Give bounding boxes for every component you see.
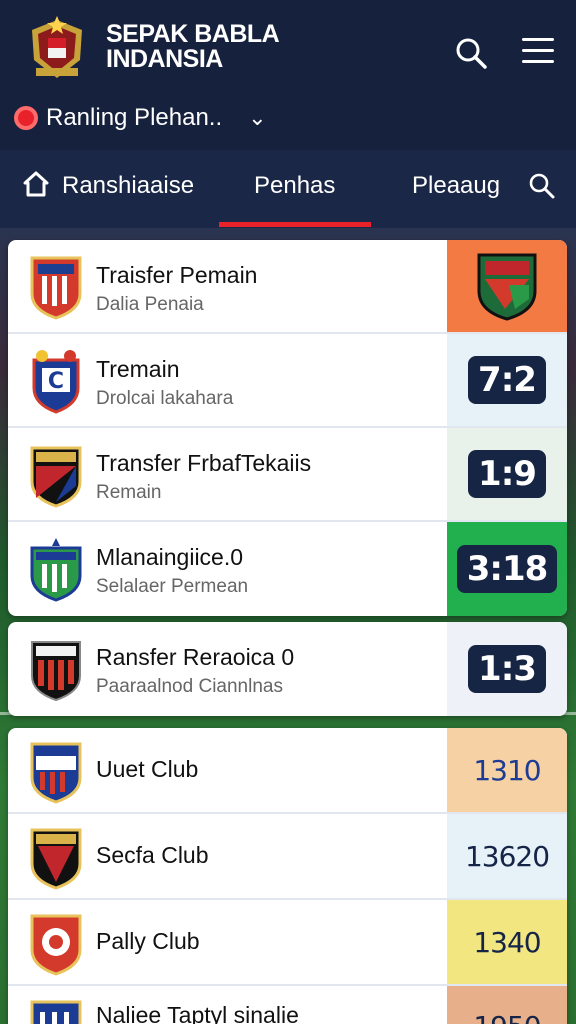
item-subtitle: Remain — [96, 482, 162, 503]
active-tab-indicator — [219, 222, 371, 227]
score-badge: 3:18 — [456, 545, 558, 593]
club-name: Secfa Club — [96, 842, 209, 868]
tab-pleaaug[interactable]: Pleaaug — [412, 172, 500, 200]
item-subtitle: Dalia Penaia — [96, 294, 204, 315]
list-item[interactable]: Uuet Club 1310 — [8, 728, 567, 814]
score-cell: 1950 — [447, 986, 567, 1024]
app-header: SEPAK BABLA INDANSIA Ranling Plehan.. ⌄ — [0, 0, 576, 150]
score-cell: 1340 — [447, 900, 567, 984]
crest-blue-icon — [30, 742, 82, 804]
tab-search-icon[interactable] — [528, 172, 556, 200]
crest-flag-icon — [30, 256, 82, 320]
score-cell: 7:2 — [447, 334, 567, 426]
score-cell: 1:3 — [447, 622, 567, 716]
list-item[interactable]: Secfa Club 13620 — [8, 814, 567, 900]
score-cell: 1310 — [447, 728, 567, 812]
crest-redblack-icon — [31, 641, 81, 702]
crest-green-icon — [30, 538, 82, 602]
club-ranking-card: Uuet Club 1310 Secfa Club 13620 Pally Cl… — [8, 728, 567, 1024]
crest-red-icon — [30, 914, 82, 976]
item-title: Transfer FrbafTekaiis — [96, 450, 312, 476]
crest-dark-icon — [30, 828, 82, 890]
search-icon[interactable] — [454, 36, 488, 70]
score-cell: 1:9 — [447, 428, 567, 520]
item-subtitle: Drolcai lakahara — [96, 388, 234, 409]
chevron-down-icon: ⌄ — [248, 105, 267, 130]
menu-icon[interactable] — [522, 38, 554, 66]
list-item[interactable]: Transfer FrbafTekaiis Remain 1:9 — [8, 428, 567, 522]
item-subtitle: Paaraalnod Ciannlnas — [96, 676, 283, 697]
item-subtitle: Selalaer Permean — [96, 576, 249, 597]
club-name: Naliee Taptyl sinalie — [96, 1002, 299, 1024]
club-points: 1310 — [473, 753, 541, 787]
item-title: Tremain — [96, 356, 180, 382]
list-item[interactable]: Mlanaingiice.0 Selalaer Permean 3:18 — [8, 522, 567, 616]
transfer-card: Traisfer Pemain Dalia Penaia C Tremain D… — [8, 240, 567, 616]
item-title: Traisfer Pemain — [96, 262, 258, 288]
club-name: Uuet Club — [96, 756, 199, 782]
app-title: SEPAK BABLA INDANSIA — [106, 20, 279, 73]
live-label: Ranling Plehan.. — [46, 104, 223, 131]
score-cell: 13620 — [447, 814, 567, 898]
home-icon — [23, 171, 49, 197]
score-badge: 1:3 — [468, 645, 546, 693]
score-badge: 1:9 — [468, 450, 546, 498]
logo-crest-icon — [32, 16, 82, 78]
crest-stripe-icon — [30, 446, 82, 508]
live-indicator-icon — [14, 106, 38, 130]
list-item[interactable]: Naliee Taptyl sinalie 1950 — [8, 986, 567, 1024]
crest-blue2-icon — [30, 1000, 82, 1024]
list-item[interactable]: Traisfer Pemain Dalia Penaia — [8, 240, 567, 334]
svg-text:C: C — [48, 369, 64, 394]
score-badge: 7:2 — [468, 356, 546, 404]
item-title: Ransfer Reraoica 0 — [96, 644, 295, 670]
club-points: 1340 — [473, 925, 541, 959]
list-item[interactable]: Pally Club 1340 — [8, 900, 567, 986]
score-cell: 3:18 — [447, 522, 567, 616]
club-points: 13620 — [464, 839, 550, 873]
live-selector[interactable]: Ranling Plehan.. ⌄ — [14, 104, 267, 132]
club-points: 1950 — [473, 1010, 541, 1024]
transfer-card-single: Ransfer Reraoica 0 Paaraalnod Ciannlnas … — [8, 622, 567, 716]
list-item[interactable]: C Tremain Drolcai lakahara 7:2 — [8, 334, 567, 428]
opponent-crest-icon — [477, 253, 537, 321]
score-cell — [447, 240, 567, 332]
item-title: Mlanaingiice.0 — [96, 544, 244, 570]
tab-penhas[interactable]: Penhas — [254, 172, 335, 200]
crest-c-icon: C — [32, 350, 80, 414]
tab-ranking[interactable]: Ranshiaaise — [62, 172, 194, 200]
list-item[interactable]: Ransfer Reraoica 0 Paaraalnod Ciannlnas … — [8, 622, 567, 716]
club-name: Pally Club — [96, 928, 200, 954]
